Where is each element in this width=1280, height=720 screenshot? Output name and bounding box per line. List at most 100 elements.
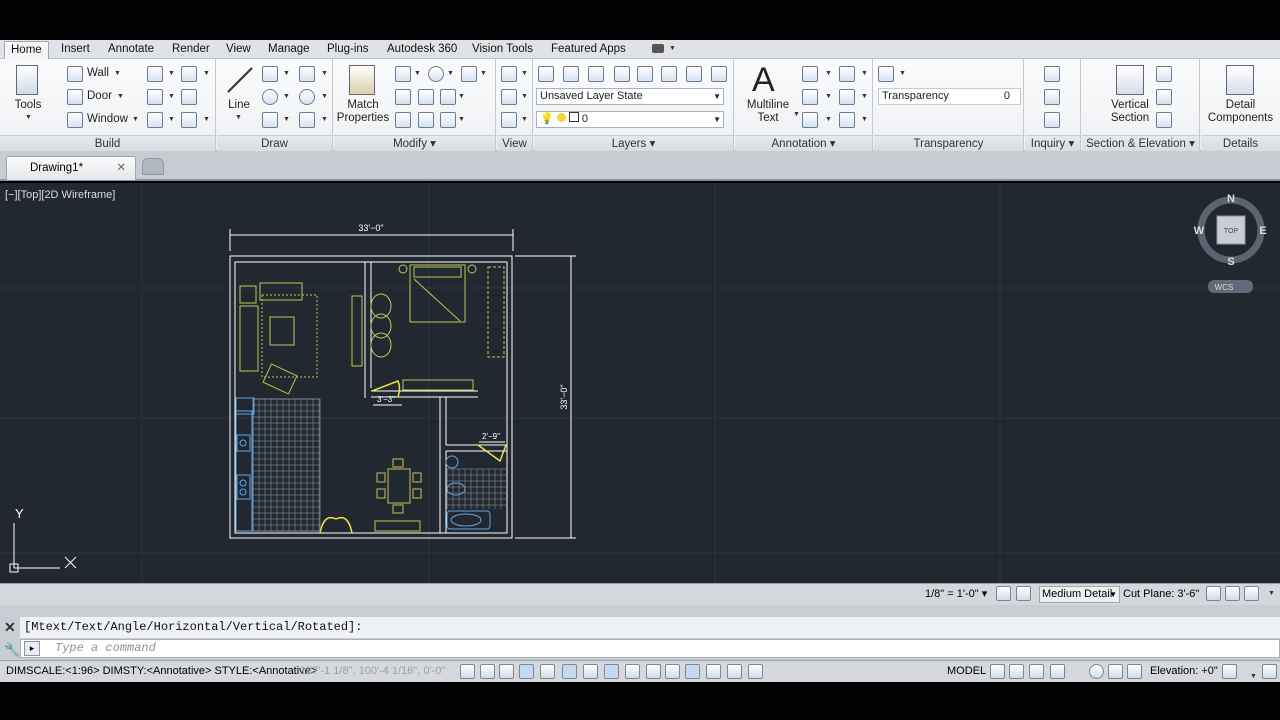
- section-panel-title[interactable]: Section & Elevation ▾: [1082, 135, 1199, 151]
- ortho-mode-icon[interactable]: [519, 664, 534, 679]
- coordinates-readout[interactable]: 127'-1 1/8", 100'-4 1/16", 0'-0": [300, 661, 445, 681]
- circle-icon[interactable]: [262, 89, 278, 105]
- transparency-icon[interactable]: [878, 66, 894, 82]
- calculator-icon[interactable]: [1044, 112, 1060, 128]
- layer-properties-icon[interactable]: [538, 66, 554, 82]
- line-icon[interactable]: [225, 65, 255, 95]
- object-snap-icon[interactable]: [562, 664, 577, 679]
- quick-view-layouts-icon[interactable]: [1029, 664, 1044, 679]
- layer-unisolate-icon[interactable]: [711, 66, 727, 82]
- command-prompt-icon[interactable]: ▸: [24, 641, 40, 656]
- drawing-canvas[interactable]: 33'−0" 33'−0" 3'−3" 2'−9" Y TOP N S E W …: [0, 183, 1280, 583]
- curtain-wall-icon[interactable]: [147, 112, 163, 128]
- layers-panel-title[interactable]: Layers ▾: [534, 135, 733, 151]
- multiline-text-button[interactable]: Multiline Text: [741, 99, 795, 125]
- isolate-icon[interactable]: [1222, 664, 1237, 679]
- auto-scale-icon[interactable]: [1016, 586, 1031, 601]
- layer-walk-icon[interactable]: [661, 66, 677, 82]
- roof-icon[interactable]: [147, 89, 163, 105]
- snap-mode-icon[interactable]: [480, 664, 495, 679]
- callout-icon[interactable]: [1156, 112, 1172, 128]
- viewcube-top-label[interactable]: TOP: [1224, 228, 1239, 235]
- view-cube-icon[interactable]: [501, 66, 517, 82]
- copy-icon[interactable]: [418, 89, 434, 105]
- status-menu-icon[interactable]: ▼: [1268, 590, 1275, 597]
- tab-vision-tools[interactable]: Vision Tools: [466, 41, 539, 59]
- dynamic-input-icon[interactable]: [646, 664, 661, 679]
- tab-view[interactable]: View: [220, 41, 257, 59]
- multiline-text-icon[interactable]: A: [752, 61, 775, 100]
- tab-render[interactable]: Render: [166, 41, 216, 59]
- keynote-icon[interactable]: [802, 112, 818, 128]
- surface-hatch-icon[interactable]: [1225, 586, 1240, 601]
- command-input[interactable]: Type a command: [20, 639, 1280, 658]
- quick-properties-icon[interactable]: [706, 664, 721, 679]
- window-button[interactable]: Window: [87, 113, 128, 125]
- tab-plugins[interactable]: Plug-ins: [321, 41, 375, 59]
- tab-insert[interactable]: Insert: [55, 41, 96, 59]
- trim-icon[interactable]: [418, 112, 434, 128]
- point-icon[interactable]: [299, 66, 315, 82]
- grid-display-icon[interactable]: [499, 664, 514, 679]
- model-space-button[interactable]: MODEL: [947, 661, 986, 681]
- build-panel-title[interactable]: Build: [0, 135, 215, 151]
- match-properties-button[interactable]: Match Properties: [334, 99, 392, 125]
- tools-label[interactable]: Tools: [8, 99, 48, 112]
- column-grid-icon[interactable]: [181, 112, 197, 128]
- distance-icon[interactable]: [1044, 66, 1060, 82]
- infer-constraints-icon[interactable]: [460, 664, 475, 679]
- layer-off-icon[interactable]: [614, 66, 630, 82]
- layer-select[interactable]: 💡 0 ▼: [536, 111, 724, 128]
- wall-icon[interactable]: [67, 66, 83, 82]
- draw-panel-title[interactable]: Draw: [217, 135, 332, 151]
- tab-featured-apps[interactable]: Featured Apps: [545, 41, 632, 59]
- leader-icon[interactable]: [802, 89, 818, 105]
- grid-icon[interactable]: [181, 66, 197, 82]
- wcs-label[interactable]: WCS: [1215, 283, 1234, 292]
- array-icon[interactable]: [440, 112, 456, 128]
- annotation-visibility-icon[interactable]: [996, 586, 1011, 601]
- inquiry-panel-title[interactable]: Inquiry ▾: [1025, 135, 1080, 151]
- 3d-object-snap-icon[interactable]: [583, 664, 598, 679]
- ellipse-icon[interactable]: [299, 89, 315, 105]
- isolate-objects-icon[interactable]: [1244, 586, 1259, 601]
- dimension-icon[interactable]: [802, 66, 818, 82]
- visual-style-icon[interactable]: [501, 89, 517, 105]
- modify-panel-title[interactable]: Modify ▾: [334, 135, 495, 151]
- toolbar-lock-icon[interactable]: [1108, 664, 1123, 679]
- ribbon-minimize-icon[interactable]: [652, 44, 664, 53]
- compass-w-label[interactable]: W: [1194, 225, 1205, 237]
- new-tab-icon[interactable]: [142, 158, 164, 175]
- tools-icon[interactable]: [16, 65, 38, 95]
- workspace-switching-icon[interactable]: [1089, 664, 1104, 679]
- quick-view-drawings-icon[interactable]: [1050, 664, 1065, 679]
- layer-lock-icon[interactable]: [686, 66, 702, 82]
- lineweight-icon[interactable]: [665, 664, 680, 679]
- layer-freeze-icon[interactable]: [588, 66, 604, 82]
- elevation-offset-icon[interactable]: [1206, 586, 1221, 601]
- hardware-acceleration-icon[interactable]: [1127, 664, 1142, 679]
- detail-components-icon[interactable]: [1226, 65, 1254, 95]
- window-icon[interactable]: [67, 112, 83, 128]
- tag-icon[interactable]: [839, 89, 855, 105]
- detail-components-button[interactable]: Detail Components: [1201, 99, 1280, 125]
- vertical-section-button[interactable]: Vertical Section: [1100, 99, 1160, 125]
- fillet-icon[interactable]: [461, 66, 477, 82]
- section-mark-icon[interactable]: [1156, 89, 1172, 105]
- door-icon[interactable]: [67, 89, 83, 105]
- mirror-icon[interactable]: [395, 112, 411, 128]
- view-panel-title[interactable]: View: [497, 135, 532, 151]
- revision-cloud-icon[interactable]: [839, 66, 855, 82]
- customize-command-icon[interactable]: 🔧: [4, 642, 20, 658]
- zoom-icon[interactable]: [501, 112, 517, 128]
- area-icon[interactable]: [1044, 89, 1060, 105]
- object-snap-tracking-icon[interactable]: [604, 664, 619, 679]
- layer-state-select[interactable]: Unsaved Layer State ▼: [536, 88, 724, 105]
- annotation-panel-title[interactable]: Annotation ▾: [735, 135, 872, 151]
- door-button[interactable]: Door: [87, 90, 112, 102]
- move-icon[interactable]: [395, 66, 411, 82]
- layer-match-icon[interactable]: [637, 66, 653, 82]
- compass-s-label[interactable]: S: [1227, 256, 1234, 268]
- viewport-controls-label[interactable]: [−][Top][2D Wireframe]: [5, 189, 115, 201]
- vertical-section-icon[interactable]: [1116, 65, 1144, 95]
